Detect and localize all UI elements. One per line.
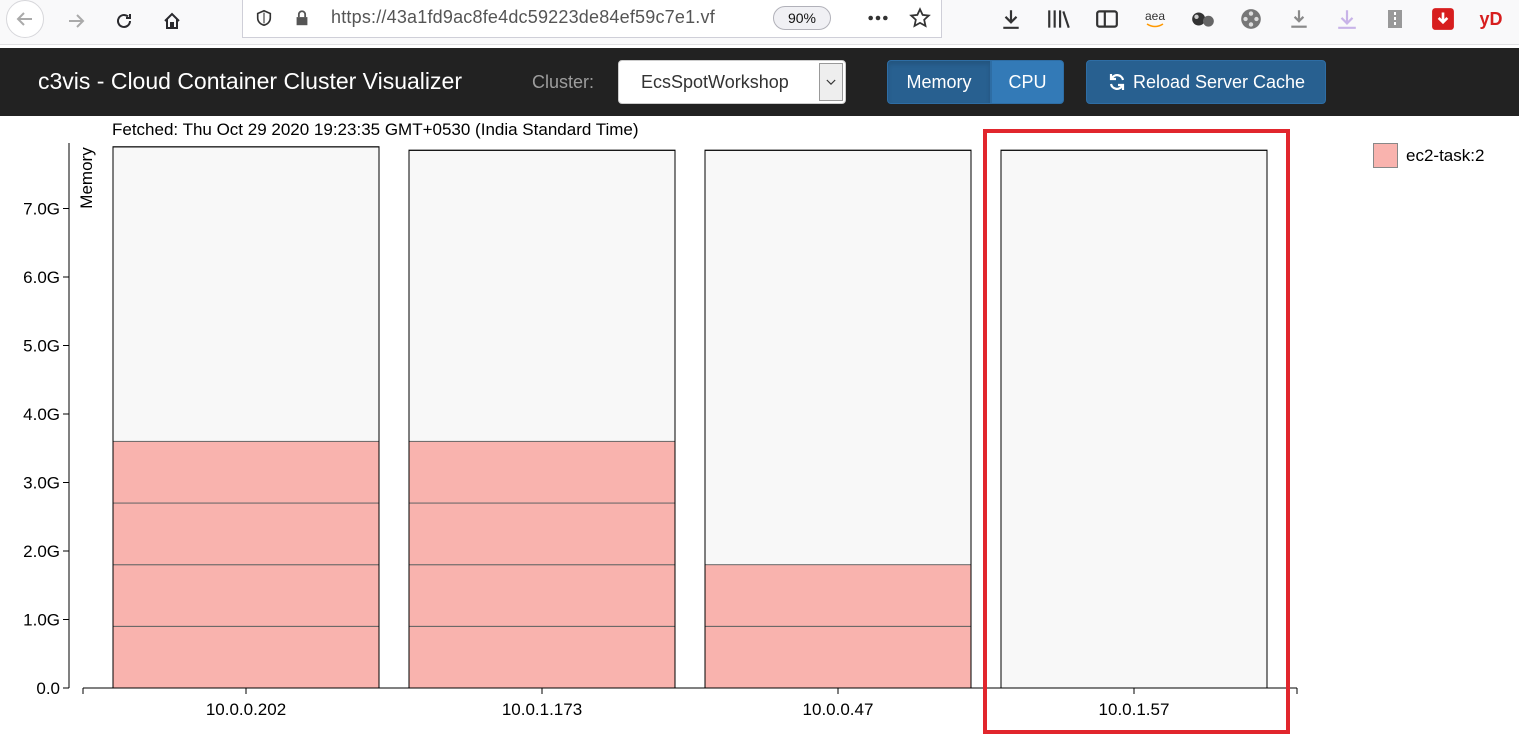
red-download-icon[interactable] <box>1429 6 1457 32</box>
legend-label: ec2-task:2 <box>1406 145 1485 165</box>
bubbles-icon[interactable] <box>1189 6 1217 32</box>
more-actions-icon[interactable] <box>867 7 889 29</box>
cluster-label: Cluster: <box>532 72 595 92</box>
reload-button[interactable] <box>108 5 140 37</box>
chevron-down-icon[interactable] <box>819 63 843 101</box>
legend-swatch <box>1373 143 1398 168</box>
task-segment <box>408 502 676 566</box>
url-bar[interactable]: https://43a1fd9ac8fe4dc59223de84ef59c7e1… <box>242 0 942 38</box>
task-segment <box>704 625 972 689</box>
x-tick-label: 10.0.0.47 <box>803 700 874 719</box>
bookmark-star-icon[interactable] <box>909 7 931 29</box>
task-segment <box>112 440 380 504</box>
download-arrow-icon[interactable] <box>997 6 1025 32</box>
y-axis-label: Memory <box>77 147 96 209</box>
y-tick-label: 4.0G <box>23 405 60 424</box>
forward-arrow-icon <box>69 14 85 28</box>
task-segment <box>112 564 380 627</box>
yd-icon[interactable]: yD <box>1477 6 1505 32</box>
forward-button[interactable] <box>60 5 92 37</box>
task-segment <box>408 440 676 504</box>
y-tick-label: 5.0G <box>23 337 60 356</box>
highlight-box <box>983 129 1290 734</box>
task-segment <box>408 625 676 689</box>
zip-icon[interactable] <box>1381 6 1409 32</box>
back-button[interactable] <box>6 0 44 38</box>
y-tick-label: 7.0G <box>23 200 60 219</box>
cpu-button[interactable]: CPU <box>991 60 1064 104</box>
shield-icon[interactable] <box>253 7 275 29</box>
task-segment <box>704 564 972 627</box>
app-title[interactable]: c3vis - Cloud Container Cluster Visualiz… <box>38 68 462 95</box>
app-navbar: c3vis - Cloud Container Cluster Visualiz… <box>0 48 1519 116</box>
reload-button-label: Reload Server Cache <box>1132 71 1306 92</box>
x-tick-label: 10.0.1.173 <box>502 700 582 719</box>
film-reel-icon[interactable] <box>1237 6 1265 32</box>
task-segment <box>112 502 380 566</box>
library-icon[interactable] <box>1045 6 1073 32</box>
x-tick-label: 10.0.0.202 <box>206 700 286 719</box>
reload-server-cache-button[interactable]: Reload Server Cache <box>1086 60 1326 104</box>
browser-toolbar: https://43a1fd9ac8fe4dc59223de84ef59c7e1… <box>0 0 1519 45</box>
url-text[interactable]: https://43a1fd9ac8fe4dc59223de84ef59c7e1… <box>331 7 761 28</box>
y-tick-label: 2.0G <box>23 542 60 561</box>
back-arrow-icon <box>16 12 32 26</box>
y-tick-label: 6.0G <box>23 268 60 287</box>
refresh-icon <box>1109 74 1125 90</box>
download-icon[interactable] <box>1285 6 1313 32</box>
y-tick-label: 3.0G <box>23 474 60 493</box>
task-segment <box>408 564 676 627</box>
home-icon <box>164 12 180 29</box>
reload-icon <box>117 13 131 28</box>
lock-icon[interactable] <box>291 7 313 29</box>
legend: ec2-task:2 <box>1373 143 1484 168</box>
memory-button[interactable]: Memory <box>887 60 991 104</box>
cluster-select-value: EcsSpotWorkshop <box>641 72 789 92</box>
sidebar-icon[interactable] <box>1093 6 1121 32</box>
task-segment <box>112 625 380 689</box>
aea-label: aea <box>1144 9 1166 23</box>
download-light-icon[interactable] <box>1333 6 1361 32</box>
y-tick-label: 1.0G <box>23 611 60 630</box>
home-button[interactable] <box>156 5 188 37</box>
resource-toggle-group: Memory CPU <box>887 60 1064 104</box>
y-tick-label: 0.0 <box>36 679 60 698</box>
cluster-select[interactable]: EcsSpotWorkshop <box>618 60 846 104</box>
zoom-badge[interactable]: 90% <box>773 6 831 30</box>
amazon-aea-icon[interactable]: aea <box>1141 6 1169 32</box>
